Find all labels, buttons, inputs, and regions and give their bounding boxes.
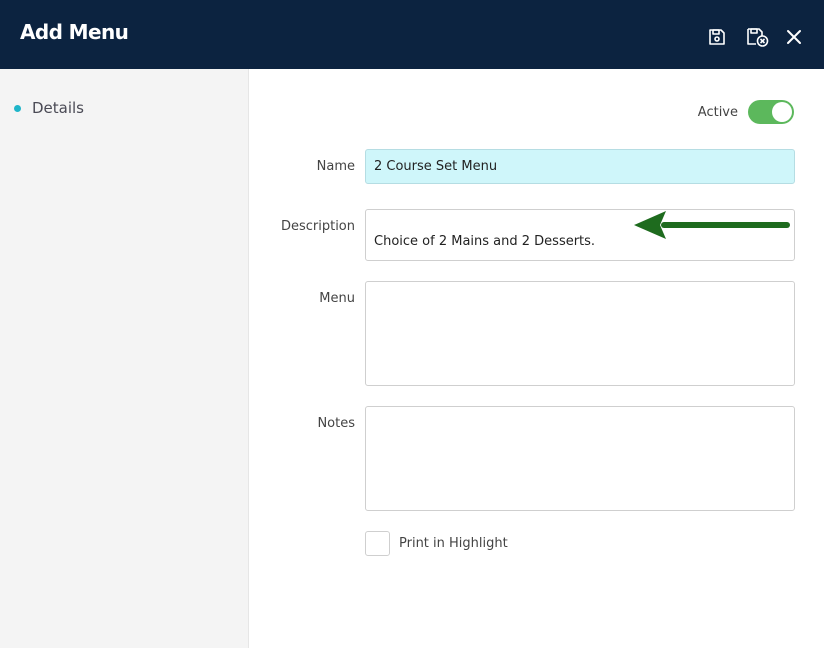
- active-label: Active: [697, 104, 738, 120]
- close-button[interactable]: [781, 24, 807, 50]
- sidebar-item-details[interactable]: Details: [14, 99, 84, 117]
- name-label: Name: [316, 159, 355, 174]
- save-button[interactable]: [704, 24, 730, 50]
- menu-label: Menu: [319, 291, 355, 306]
- notes-field[interactable]: [365, 406, 795, 511]
- header-bar: Add Menu: [0, 0, 824, 69]
- menu-field[interactable]: [365, 281, 795, 386]
- save-and-close-button[interactable]: [745, 24, 771, 50]
- name-field[interactable]: [365, 149, 795, 184]
- notes-label: Notes: [317, 416, 355, 431]
- details-form: Active Name Description Menu Notes Print…: [250, 69, 824, 648]
- description-label: Description: [280, 219, 355, 234]
- toggle-knob: [772, 102, 792, 122]
- sidebar: Details: [0, 69, 249, 648]
- active-toggle[interactable]: [748, 100, 794, 124]
- print-in-highlight-checkbox[interactable]: [365, 531, 390, 556]
- print-in-highlight-group: Print in Highlight: [365, 531, 508, 556]
- page-title: Add Menu: [20, 20, 129, 44]
- sidebar-item-label: Details: [32, 99, 85, 117]
- close-icon: [787, 30, 801, 44]
- active-dot-icon: [14, 104, 21, 112]
- floppy-disk-icon: [709, 29, 725, 45]
- active-toggle-group: Active: [698, 100, 794, 124]
- print-in-highlight-label: Print in Highlight: [399, 536, 508, 551]
- annotation-arrow-icon: [634, 211, 790, 239]
- floppy-disk-close-icon: [747, 28, 769, 47]
